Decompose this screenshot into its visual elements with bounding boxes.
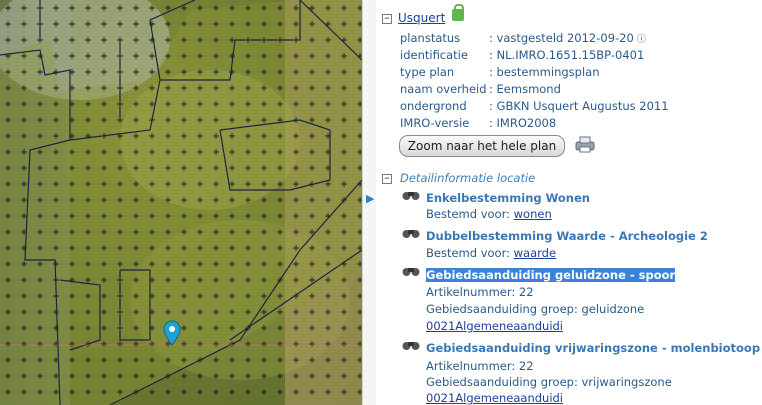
- map-overlay: [0, 0, 362, 405]
- prop-value-imro-versie: : IMRO2008: [489, 116, 557, 130]
- detail-item-line: Artikelnummer: 22: [426, 359, 534, 373]
- aanduiding-link[interactable]: 0021Algemeneaanduidi: [426, 391, 563, 405]
- panel-splitter[interactable]: ▶: [362, 0, 377, 405]
- detail-item-title-selected[interactable]: Gebiedsaanduiding geluidzone - spoor: [426, 268, 676, 282]
- bestemd-voor-link[interactable]: wonen: [514, 207, 552, 221]
- prop-value-type-plan: : bestemmingsplan: [489, 65, 600, 79]
- info-panel: − Usquert planstatus : vastgesteld 2012-…: [376, 0, 762, 405]
- info-icon[interactable]: ⓘ: [637, 32, 646, 45]
- prop-label-identificatie: identificatie: [400, 48, 468, 62]
- prop-value-identificatie: : NL.IMRO.1651.15BP-0401: [489, 48, 645, 62]
- binoculars-icon: [402, 342, 420, 350]
- collapse-plan-icon[interactable]: −: [382, 14, 392, 24]
- prop-label-planstatus: planstatus: [400, 31, 461, 45]
- binoculars-icon: [402, 192, 420, 200]
- detail-item-title[interactable]: Dubbelbestemming Waarde - Archeologie 2: [426, 229, 708, 243]
- aanduiding-link[interactable]: 0021Algemeneaanduidi: [426, 319, 563, 333]
- expand-arrow-icon[interactable]: ▶: [366, 192, 374, 205]
- detail-item-line: Artikelnummer: 22: [426, 285, 534, 299]
- map-marker-icon[interactable]: [163, 320, 181, 346]
- plan-title-link[interactable]: Usquert: [398, 11, 445, 25]
- prop-label-naam-overheid: naam overheid: [400, 82, 487, 96]
- detail-item-line: Gebiedsaanduiding groep: vrijwaringszone: [426, 375, 672, 389]
- binoculars-icon: [402, 230, 420, 238]
- detail-item-title[interactable]: Gebiedsaanduiding vrijwaringszone - mole…: [426, 341, 762, 355]
- detail-item-title[interactable]: Enkelbestemming Wonen: [426, 191, 590, 205]
- prop-value-ondergrond: : GBKN Usquert Augustus 2011: [489, 99, 669, 113]
- prop-label-type-plan: type plan: [400, 65, 455, 79]
- detail-item-line: Gebiedsaanduiding groep: geluidzone: [426, 302, 645, 316]
- bestemd-voor-link[interactable]: waarde: [514, 246, 556, 260]
- printer-icon[interactable]: [574, 135, 596, 153]
- zoom-plan-button[interactable]: Zoom naar het hele plan: [399, 135, 565, 157]
- map-view[interactable]: [0, 0, 362, 405]
- detail-item-line: Bestemd voor: wonen: [426, 207, 552, 221]
- collapse-detail-icon[interactable]: −: [382, 174, 392, 184]
- prop-label-ondergrond: ondergrond: [400, 99, 467, 113]
- lock-icon: [452, 4, 464, 21]
- prop-value-planstatus: : vastgesteld 2012-09-20 ⓘ: [489, 31, 646, 45]
- detail-item-line: Bestemd voor: waarde: [426, 246, 557, 260]
- prop-label-imro-versie: IMRO-versie: [400, 116, 470, 130]
- prop-value-naam-overheid: : Eemsmond: [489, 82, 561, 96]
- binoculars-icon: [402, 268, 420, 276]
- detail-section-title: Detailinformatie locatie: [400, 171, 536, 185]
